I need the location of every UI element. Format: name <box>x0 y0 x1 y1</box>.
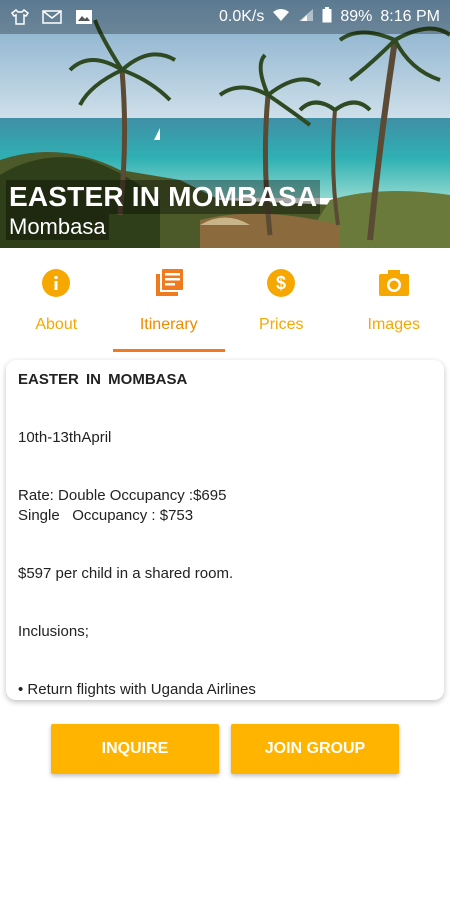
itinerary-heading: EASTER IN MOMBASA <box>18 371 188 388</box>
status-bar: 0.0K/s 89% 8:16 PM <box>0 0 450 34</box>
image-icon <box>74 8 94 26</box>
itinerary-inclusion-item: • Return flights with Uganda Airlines <box>18 681 256 698</box>
info-icon <box>39 266 73 300</box>
join-group-button[interactable]: JOIN GROUP <box>231 724 399 774</box>
itinerary-card[interactable]: EASTER IN MOMBASA 10th-13thApril Rate: D… <box>6 360 444 700</box>
tab-about-label: About <box>35 316 78 333</box>
signal-icon <box>298 8 314 27</box>
tab-images[interactable]: Images <box>338 248 450 352</box>
tab-about[interactable]: About <box>0 248 113 352</box>
tab-prices[interactable]: $ Prices <box>225 248 338 352</box>
net-speed: 0.0K/s <box>219 8 265 25</box>
itinerary-rate: Rate: Double Occupancy :$695 Single Occu… <box>18 487 227 524</box>
tab-itinerary-label: Itinerary <box>139 316 198 333</box>
dollar-icon: $ <box>264 266 298 300</box>
itinerary-dates: 10th-13thApril <box>18 429 112 446</box>
itinerary-icon <box>152 266 186 300</box>
hero-banner: 0.0K/s 89% 8:16 PM EASTER IN MOMBASA Mom… <box>0 0 450 248</box>
itinerary-child-price: $597 per child in a shared room. <box>18 565 234 582</box>
tab-itinerary[interactable]: Itinerary <box>112 248 226 352</box>
tshirt-icon <box>10 8 30 26</box>
svg-text:$: $ <box>276 273 286 293</box>
inquire-button[interactable]: INQUIRE <box>51 724 219 774</box>
clock: 8:16 PM <box>380 8 440 25</box>
hero-title: EASTER IN MOMBASA <box>6 180 321 214</box>
hero-subtitle: Mombasa <box>6 214 109 240</box>
tab-prices-label: Prices <box>259 316 304 333</box>
gmail-icon <box>42 8 62 26</box>
wifi-icon <box>272 8 290 27</box>
itinerary-inclusions: Inclusions; <box>18 623 89 640</box>
tab-bar: About Itinerary $ Prices Images <box>0 248 450 352</box>
battery-icon <box>322 6 332 28</box>
tab-images-label: Images <box>367 316 420 333</box>
camera-icon <box>377 266 411 300</box>
battery-percent: 89% <box>340 8 373 25</box>
